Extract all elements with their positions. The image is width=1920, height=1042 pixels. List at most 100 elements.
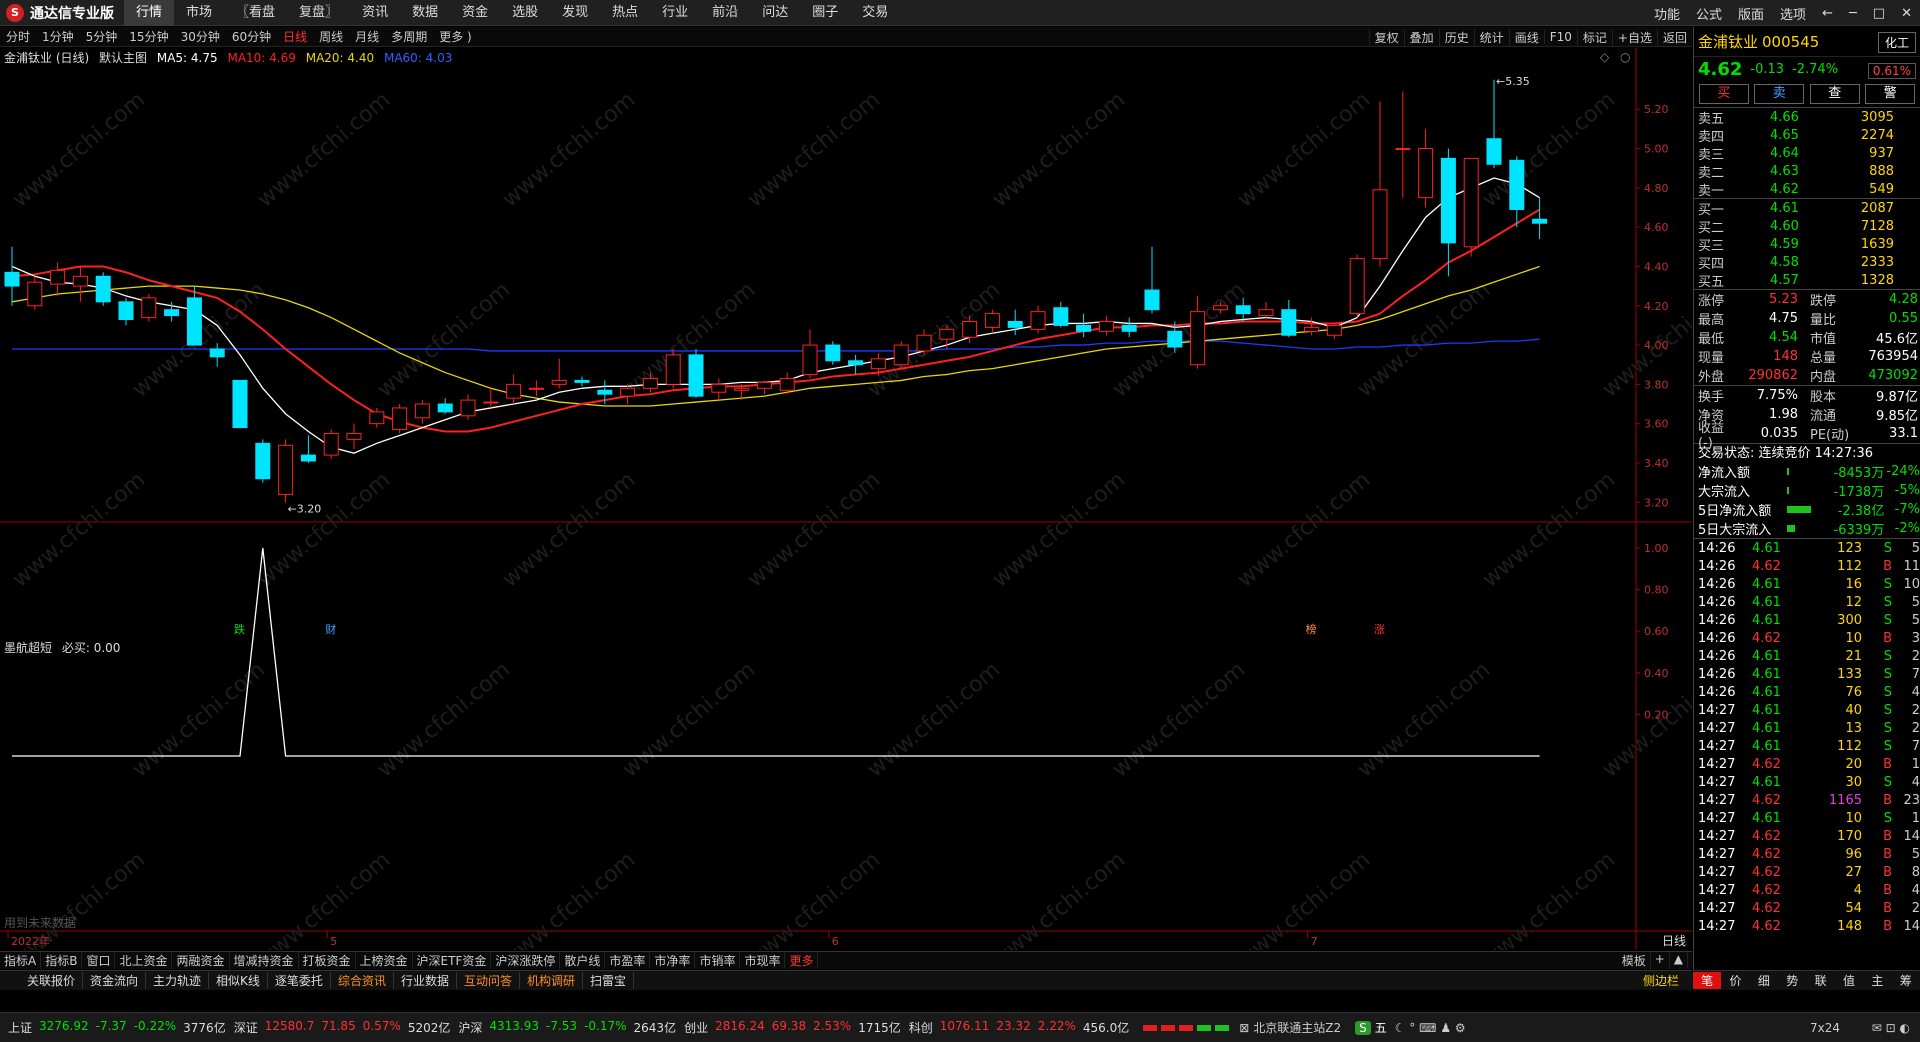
right-tab-4[interactable]: 联 [1807,972,1835,989]
info-tab-5[interactable]: 综合资讯 [331,972,394,989]
menu-item-7[interactable]: 选股 [500,0,550,26]
index-ticker[interactable]: 上证 3276.92 -7.37 -0.22% 3776亿 [8,1019,226,1036]
candle[interactable] [72,275,88,287]
candle[interactable] [1007,320,1023,328]
candle[interactable] [1144,289,1160,311]
menu-item-6[interactable]: 资金 [450,0,500,26]
tool-button-8[interactable]: 返回 [1656,28,1692,46]
candle[interactable] [779,377,795,391]
candle[interactable] [95,275,111,303]
topright-control-6[interactable]: □ [1865,6,1893,21]
ask-row[interactable]: 卖二 4.63 888 [1694,162,1920,181]
menu-item-11[interactable]: 前沿 [700,0,750,26]
candle[interactable] [483,401,499,404]
candle[interactable] [437,403,453,413]
candle[interactable] [848,360,864,366]
candle[interactable] [825,344,841,362]
indicator-tab-1[interactable]: 指标B [41,952,83,969]
candle[interactable] [1121,324,1137,332]
info-tab-9[interactable]: 扫雷宝 [583,972,635,989]
candle[interactable] [756,381,772,389]
period-tab-4[interactable]: 30分钟 [175,28,226,45]
info-tab-2[interactable]: 主力轨迹 [146,972,210,989]
candle[interactable] [460,399,476,417]
candle[interactable] [1167,330,1183,348]
candle[interactable] [1326,324,1342,336]
chart-panel[interactable]: www.cfchi.com www.cfchi.com www.cfchi.com w… [0,48,1692,950]
topright-control-2[interactable]: 版面 [1730,4,1772,23]
indicator-tab-6[interactable]: 打板资金 [299,952,356,969]
candle[interactable] [711,383,727,393]
period-tab-1[interactable]: 1分钟 [36,28,80,45]
diamond-icon[interactable]: ◇ [1600,50,1610,64]
indicator-tab-0[interactable]: 指标A [0,952,42,969]
period-tab-9[interactable]: 多周期 [385,28,433,45]
tick-trades[interactable]: 14:26 4.61 123 S 5 14:26 4.62 112 B 11 14:26 4.61 16… [1694,538,1920,935]
tool-button-7[interactable]: +自选 [1611,28,1657,46]
candle[interactable] [962,320,978,338]
indicator-tab-14[interactable]: 市现率 [740,952,786,969]
candle[interactable] [1190,311,1206,366]
candle[interactable] [118,301,134,321]
indicator-control-0[interactable]: 模板 [1618,952,1651,969]
menu-item-10[interactable]: 行业 [650,0,700,26]
tool-button-3[interactable]: 统计 [1473,28,1509,46]
candle[interactable] [1235,305,1251,315]
candle[interactable] [642,377,658,389]
candle[interactable] [141,297,157,319]
menu-item-0[interactable]: 行情 [124,0,175,26]
indicator-tab-12[interactable]: 市净率 [650,952,696,969]
period-tab-6[interactable]: 日线 [277,28,313,45]
indicator-control-2[interactable]: ▲ [1670,952,1688,969]
indicator-tab-9[interactable]: 沪深涨跌停 [491,952,561,969]
kline-chart[interactable]: www.cfchi.com www.cfchi.com www.cfchi.com w… [0,48,1692,950]
candle[interactable] [1440,157,1456,244]
info-tab-1[interactable]: 资金流向 [83,972,147,989]
candle[interactable] [597,389,613,395]
menu-item-12[interactable]: 问达 [750,0,800,26]
candle[interactable] [551,379,567,385]
topright-control-1[interactable]: 公式 [1688,4,1730,23]
candle[interactable] [1349,258,1365,315]
candle[interactable] [916,334,932,352]
menu-item-9[interactable]: 热点 [600,0,650,26]
candle[interactable] [278,444,294,495]
topright-control-4[interactable]: ← [1814,6,1841,21]
candle[interactable] [939,328,955,340]
bid-row[interactable]: 买二 4.60 7128 [1694,217,1920,236]
topright-control-3[interactable]: 选项 [1772,4,1814,23]
period-tab-3[interactable]: 15分钟 [123,28,174,45]
candle[interactable] [574,379,590,383]
candle[interactable] [1030,311,1046,330]
candle[interactable] [870,358,886,370]
sector-button[interactable]: 化工 [1877,32,1916,53]
right-tab-7[interactable]: 筹 [1892,972,1920,989]
info-tab-8[interactable]: 机构调研 [520,972,583,989]
event-mark[interactable]: 榜 [1306,622,1317,636]
candle[interactable] [1304,326,1320,332]
candle[interactable] [369,411,385,425]
indicator-tab-8[interactable]: 沪深ETF资金 [413,952,492,969]
candle[interactable] [1532,218,1548,224]
right-tab-5[interactable]: 值 [1835,972,1863,989]
candle[interactable] [1486,138,1502,165]
ask-row[interactable]: 卖三 4.64 937 [1694,144,1920,163]
candle[interactable] [1258,309,1274,317]
topright-control-5[interactable]: ─ [1841,6,1865,21]
candle[interactable] [984,313,1000,328]
topright-control-0[interactable]: 功能 [1646,4,1688,23]
candle[interactable] [346,432,362,440]
ask-row[interactable]: 卖四 4.65 2274 [1694,126,1920,145]
right-tab-6[interactable]: 主 [1863,972,1891,989]
tool-button-2[interactable]: 历史 [1438,28,1474,46]
bid-row[interactable]: 买五 4.57 1328 [1694,271,1920,290]
candle[interactable] [300,454,316,462]
candle[interactable] [1395,148,1411,151]
candle[interactable] [734,387,750,391]
candle[interactable] [620,387,636,397]
indicator-tab-15[interactable]: 更多 [785,952,819,969]
server-name[interactable]: 北京联通主站Z2 [1253,1019,1341,1036]
bid-row[interactable]: 买四 4.58 2333 [1694,253,1920,272]
indicator-tab-2[interactable]: 窗口 [82,952,116,969]
event-mark[interactable]: 涨 [1374,623,1385,636]
